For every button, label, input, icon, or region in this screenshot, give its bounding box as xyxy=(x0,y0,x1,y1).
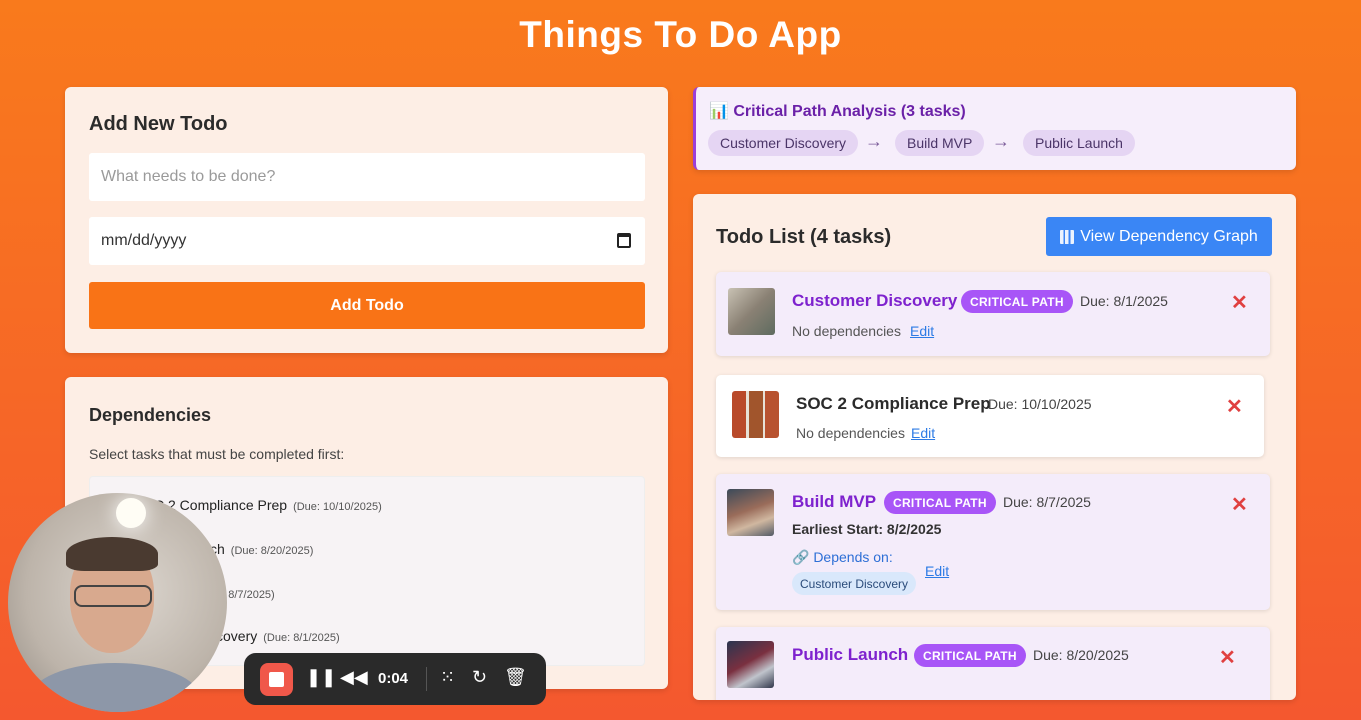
todo-item[interactable]: Public Launch CRITICAL PATH Due: 8/20/20… xyxy=(716,627,1270,700)
todo-name: Customer Discovery xyxy=(792,291,958,310)
dependency-chip: Customer Discovery xyxy=(792,572,917,595)
depends-on-label: 🔗 Depends on: xyxy=(792,549,893,565)
todo-due: Due: 10/10/2025 xyxy=(988,396,1092,412)
todo-due: Due: 8/20/2025 xyxy=(1033,647,1129,663)
todo-name: SOC 2 Compliance Prep xyxy=(796,394,991,413)
task-thumbnail xyxy=(732,391,779,438)
recording-time: 0:04 xyxy=(378,670,409,687)
arrow-right-icon: → xyxy=(992,131,1010,151)
critical-path-step: Public Launch xyxy=(1023,130,1135,156)
screen-recorder-bar: ❚❚ ◀◀ 0:04 ⁙ ↻ 🗑 xyxy=(244,653,546,705)
grid-icon[interactable]: ⁙ xyxy=(440,667,455,688)
date-input-value: mm/dd/yyyy xyxy=(101,232,187,249)
todo-due: Due: 8/7/2025 xyxy=(1003,494,1091,510)
dependency-due: (Due: 10/10/2025) xyxy=(293,501,382,513)
ceiling-light xyxy=(116,498,146,528)
todo-item[interactable]: Customer Discovery CRITICAL PATH Due: 8/… xyxy=(716,272,1270,356)
critical-path-badge: CRITICAL PATH xyxy=(884,491,996,514)
add-todo-button[interactable]: Add Todo xyxy=(89,282,645,329)
arrow-right-icon: → xyxy=(865,131,883,151)
due-date-input[interactable]: mm/dd/yyyy xyxy=(89,217,645,265)
add-todo-card: Add New Todo What needs to be done? mm/d… xyxy=(65,87,668,353)
close-icon[interactable]: ✕ xyxy=(1226,394,1243,419)
app-title: Things To Do App xyxy=(519,14,842,55)
add-todo-heading: Add New Todo xyxy=(89,113,228,135)
dependency-option[interactable]: C 2 Compliance Prep (Due: 10/10/2025) xyxy=(154,497,382,513)
graph-button-label: View Dependency Graph xyxy=(1080,227,1258,245)
pause-icon[interactable]: ❚❚ xyxy=(306,667,336,688)
todo-item[interactable]: Build MVP CRITICAL PATH Due: 8/7/2025 ✕ … xyxy=(716,474,1270,610)
task-thumbnail xyxy=(727,489,774,536)
task-thumbnail xyxy=(727,641,774,688)
dependency-option[interactable]: covery (Due: 8/1/2025) xyxy=(216,628,340,644)
dependencies-heading: Dependencies xyxy=(89,405,212,425)
critical-path-badge: CRITICAL PATH xyxy=(914,644,1026,667)
edit-link[interactable]: Edit xyxy=(911,425,935,441)
calendar-icon[interactable] xyxy=(617,233,631,248)
todo-name: Public Launch xyxy=(792,645,909,664)
trash-icon[interactable]: 🗑 xyxy=(504,667,527,688)
todo-due: Due: 8/1/2025 xyxy=(1080,293,1168,309)
todo-dependencies: No dependencies xyxy=(796,425,905,441)
rewind-icon[interactable]: ◀◀ xyxy=(340,667,368,688)
critical-path-step: Build MVP xyxy=(895,130,985,156)
presenter-hair xyxy=(66,537,158,571)
restart-icon[interactable]: ↻ xyxy=(472,667,487,688)
close-icon[interactable]: ✕ xyxy=(1231,290,1248,315)
chart-icon xyxy=(1060,229,1075,244)
critical-path-step: Customer Discovery xyxy=(708,130,859,156)
todo-dependencies: No dependencies xyxy=(792,323,901,339)
close-icon[interactable]: ✕ xyxy=(1219,645,1236,670)
dependency-due: (Due: 8/1/2025) xyxy=(263,632,340,644)
todo-item[interactable]: SOC 2 Compliance Prep Due: 10/10/2025 ✕ … xyxy=(716,375,1264,457)
dependencies-hint: Select tasks that must be completed firs… xyxy=(89,446,345,462)
todo-name: Build MVP xyxy=(792,492,877,511)
divider xyxy=(426,667,427,691)
task-input[interactable]: What needs to be done? xyxy=(89,153,645,201)
view-dependency-graph-button[interactable]: View Dependency Graph xyxy=(1046,217,1272,256)
presenter-glasses xyxy=(74,585,152,607)
close-icon[interactable]: ✕ xyxy=(1231,492,1248,517)
critical-path-title: 📊 Critical Path Analysis (3 tasks) xyxy=(709,103,966,120)
todo-list-card: Todo List (4 tasks) View Dependency Grap… xyxy=(693,194,1296,700)
critical-path-badge: CRITICAL PATH xyxy=(961,290,1073,313)
dependency-due: (Due: 8/20/2025) xyxy=(230,545,314,557)
edit-link[interactable]: Edit xyxy=(910,323,934,339)
earliest-start: Earliest Start: 8/2/2025 xyxy=(792,521,942,537)
todo-list-heading: Todo List (4 tasks) xyxy=(716,226,892,248)
dependency-option[interactable]: ch (Due: 8/20/2025) xyxy=(210,541,313,557)
critical-path-card: 📊 Critical Path Analysis (3 tasks) Custo… xyxy=(693,87,1296,170)
presenter-shirt xyxy=(30,663,200,712)
task-thumbnail xyxy=(728,288,775,335)
webcam-overlay xyxy=(8,493,227,712)
stop-icon[interactable] xyxy=(260,663,293,696)
edit-link[interactable]: Edit xyxy=(925,563,949,579)
